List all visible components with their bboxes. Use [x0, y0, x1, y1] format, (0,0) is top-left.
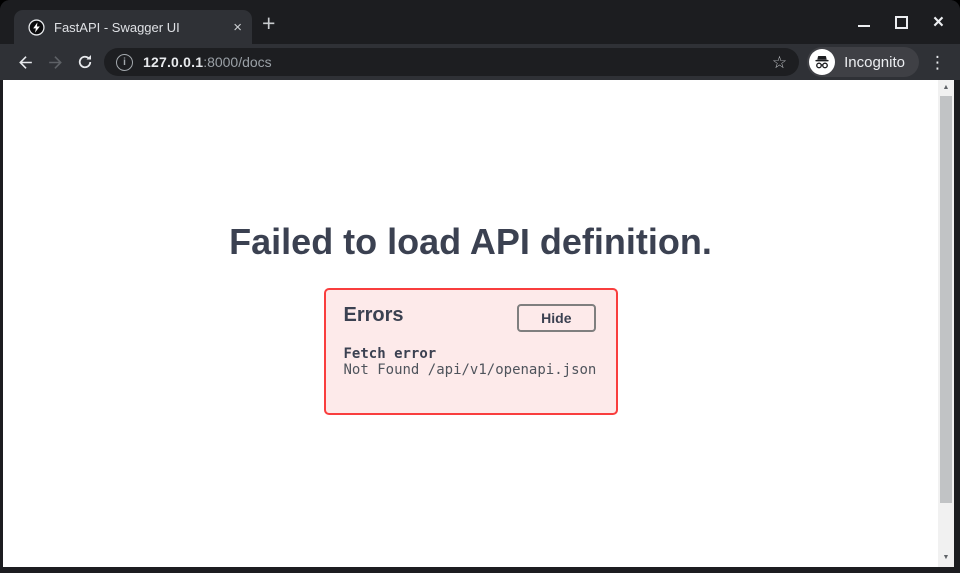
- reload-icon: [76, 53, 94, 71]
- tab-close-button[interactable]: ×: [233, 20, 242, 35]
- error-heading: Failed to load API definition.: [3, 222, 938, 262]
- fastapi-favicon-icon: [28, 19, 45, 36]
- bookmark-star-icon[interactable]: ☆: [772, 54, 787, 71]
- error-name: Fetch error: [344, 346, 597, 362]
- error-message: Not Found /api/v1/openapi.json: [344, 362, 597, 378]
- tab-fastapi-swagger[interactable]: FastAPI - Swagger UI ×: [14, 10, 252, 44]
- new-tab-button[interactable]: +: [262, 11, 275, 35]
- address-bar[interactable]: i 127.0.0.1:8000/docs ☆: [104, 48, 799, 76]
- minimize-button[interactable]: [858, 25, 870, 27]
- url-path: :8000/docs: [203, 54, 272, 70]
- menu-button[interactable]: ⋮: [929, 54, 946, 71]
- error-item: Fetch error Not Found /api/v1/openapi.js…: [344, 346, 597, 378]
- back-button[interactable]: [10, 47, 40, 77]
- scroll-down-icon[interactable]: ▼: [938, 551, 954, 565]
- scrollbar-thumb[interactable]: [940, 96, 952, 503]
- incognito-badge: Incognito: [807, 47, 919, 77]
- tab-title: FastAPI - Swagger UI: [54, 20, 225, 35]
- back-arrow-icon: [16, 53, 35, 72]
- maximize-button[interactable]: [895, 16, 908, 29]
- browser-toolbar: i 127.0.0.1:8000/docs ☆ Incognito ⋮: [0, 44, 960, 80]
- scroll-up-icon[interactable]: ▲: [938, 81, 954, 95]
- forward-button[interactable]: [40, 47, 70, 77]
- forward-arrow-icon: [46, 53, 65, 72]
- errors-panel-title: Errors: [344, 304, 404, 327]
- hide-errors-button[interactable]: Hide: [517, 304, 595, 332]
- site-info-icon[interactable]: i: [116, 54, 133, 71]
- url-host: 127.0.0.1: [143, 54, 203, 70]
- window-controls: ×: [858, 8, 944, 36]
- window-close-button[interactable]: ×: [933, 13, 944, 32]
- reload-button[interactable]: [70, 47, 100, 77]
- url-text: 127.0.0.1:8000/docs: [143, 54, 272, 70]
- errors-panel: Errors Hide Fetch error Not Found /api/v…: [324, 288, 618, 415]
- page-content: Failed to load API definition. Errors Hi…: [3, 80, 938, 567]
- incognito-label: Incognito: [844, 54, 905, 71]
- tab-strip: FastAPI - Swagger UI × + ×: [0, 0, 960, 44]
- vertical-scrollbar[interactable]: ▲ ▼: [938, 80, 954, 567]
- browser-window: FastAPI - Swagger UI × + × i 127.0.0.1:8…: [0, 0, 960, 573]
- incognito-spy-icon: [809, 49, 835, 75]
